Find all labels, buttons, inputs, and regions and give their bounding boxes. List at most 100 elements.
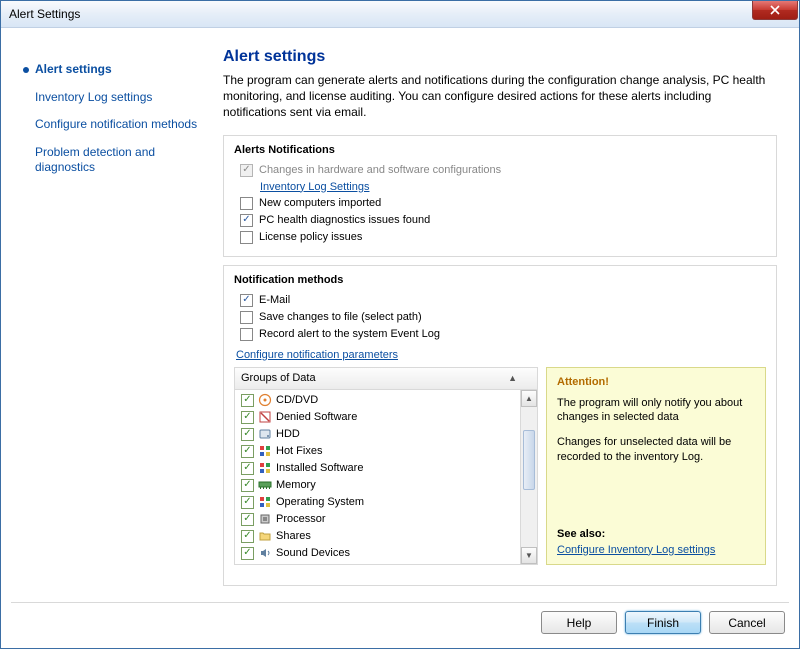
list-item[interactable]: Sound Devices [235, 545, 537, 562]
checkbox-label: Changes in hardware and software configu… [259, 164, 501, 176]
close-button[interactable] [752, 1, 798, 20]
chk-new-computers[interactable]: New computers imported [234, 195, 766, 212]
checkbox[interactable] [241, 513, 254, 526]
alerts-notifications-group: Alerts Notifications Changes in hardware… [223, 135, 777, 257]
list-item-label: HDD [276, 428, 300, 440]
nav-label: Inventory Log settings [35, 90, 152, 106]
checkbox[interactable] [240, 311, 253, 324]
cancel-button[interactable]: Cancel [709, 611, 785, 634]
list-item[interactable]: Denied Software [235, 409, 537, 426]
checkbox[interactable] [241, 530, 254, 543]
body: Alert settings Inventory Log settings Co… [1, 28, 799, 594]
list-item-label: Installed Software [276, 462, 363, 474]
list-item[interactable]: CD/DVD [235, 392, 537, 409]
list-item[interactable]: Operating System [235, 494, 537, 511]
sound-icon [258, 546, 272, 560]
list-item[interactable]: HDD [235, 426, 537, 443]
grid-icon [258, 461, 272, 475]
checkbox[interactable] [241, 547, 254, 560]
sublink-row: Inventory Log Settings [234, 179, 766, 195]
checkbox[interactable] [240, 197, 253, 210]
data-list-header[interactable]: Groups of Data ▲ [235, 368, 537, 390]
bullet-icon [23, 67, 29, 73]
help-button[interactable]: Help [541, 611, 617, 634]
see-also-link[interactable]: Configure Inventory Log settings [557, 544, 755, 556]
notification-methods-group: Notification methods E-Mail Save changes… [223, 265, 777, 586]
checkbox-label: License policy issues [259, 231, 362, 243]
disc-icon [258, 393, 272, 407]
list-item-label: Denied Software [276, 411, 357, 423]
scroll-up-button[interactable]: ▲ [521, 390, 537, 407]
list-item-label: Shares [276, 530, 311, 542]
header-label: Groups of Data [241, 372, 316, 384]
finish-button[interactable]: Finish [625, 611, 701, 634]
checkbox-label: PC health diagnostics issues found [259, 214, 430, 226]
attention-text-2: Changes for unselected data will be reco… [557, 435, 755, 465]
checkbox[interactable] [240, 214, 253, 227]
see-also-label: See also: [557, 528, 755, 540]
attention-text-1: The program will only notify you about c… [557, 396, 755, 426]
footer: Help Finish Cancel [11, 602, 789, 648]
list-item[interactable]: Shares [235, 528, 537, 545]
checkbox[interactable] [241, 496, 254, 509]
checkbox-label: Record alert to the system Event Log [259, 328, 440, 340]
page-title: Alert settings [223, 48, 777, 66]
grid-icon [258, 444, 272, 458]
sidebar: Alert settings Inventory Log settings Co… [11, 38, 211, 594]
nav-configure-notification[interactable]: Configure notification methods [23, 111, 203, 139]
checkbox[interactable] [241, 411, 254, 424]
checkbox[interactable] [240, 231, 253, 244]
checkbox[interactable] [241, 445, 254, 458]
nav-problem-detection[interactable]: Problem detection and diagnostics [23, 139, 203, 182]
inventory-log-settings-link[interactable]: Inventory Log Settings [260, 181, 369, 193]
chk-save-file[interactable]: Save changes to file (select path) [234, 309, 766, 326]
chk-changes-hw-sw: Changes in hardware and software configu… [234, 162, 766, 179]
checkbox[interactable] [241, 428, 254, 441]
checkbox[interactable] [240, 328, 253, 341]
list-item[interactable]: Hot Fixes [235, 443, 537, 460]
ram-icon [258, 478, 272, 492]
list-item[interactable]: Installed Software [235, 460, 537, 477]
nav-label: Configure notification methods [35, 117, 197, 133]
folder-icon [258, 529, 272, 543]
list-item-label: Operating System [276, 496, 364, 508]
scrollbar[interactable]: ▲ ▼ [520, 390, 537, 564]
checkbox-label: New computers imported [259, 197, 381, 209]
list-item-label: Memory [276, 479, 316, 491]
grid-icon [258, 495, 272, 509]
window: Alert Settings Alert settings Inventory … [0, 0, 800, 649]
chk-event-log[interactable]: Record alert to the system Event Log [234, 326, 766, 343]
data-list-body: CD/DVD Denied Software HDD Hot Fixes Install… [235, 390, 537, 564]
group-title: Alerts Notifications [234, 144, 766, 156]
list-item[interactable]: Memory [235, 477, 537, 494]
sort-indicator-icon: ▲ [508, 373, 517, 383]
attention-panel: Attention! The program will only notify … [546, 367, 766, 565]
list-item-label: Sound Devices [276, 547, 350, 559]
nav-label: Alert settings [35, 62, 112, 78]
checkbox-label: Save changes to file (select path) [259, 311, 422, 323]
chk-pc-health[interactable]: PC health diagnostics issues found [234, 212, 766, 229]
checkbox[interactable] [241, 479, 254, 492]
list-item-label: Processor [276, 513, 326, 525]
checkbox[interactable] [241, 462, 254, 475]
scroll-down-button[interactable]: ▼ [521, 547, 537, 564]
configure-notification-link[interactable]: Configure notification parameters [236, 349, 398, 361]
checkbox[interactable] [241, 394, 254, 407]
list-item[interactable]: Processor [235, 511, 537, 528]
checkbox-label: E-Mail [259, 294, 290, 306]
titlebar[interactable]: Alert Settings [1, 1, 799, 28]
window-title: Alert Settings [9, 7, 80, 21]
data-row: Groups of Data ▲ CD/DVD Denied Software HD… [234, 367, 766, 565]
nav-alert-settings[interactable]: Alert settings [23, 56, 203, 84]
close-icon [770, 5, 780, 15]
cpu-icon [258, 512, 272, 526]
group-title: Notification methods [234, 274, 766, 286]
chk-license-policy[interactable]: License policy issues [234, 229, 766, 246]
data-list: Groups of Data ▲ CD/DVD Denied Software HD… [234, 367, 538, 565]
list-item-label: Hot Fixes [276, 445, 322, 457]
chk-email[interactable]: E-Mail [234, 292, 766, 309]
checkbox[interactable] [240, 294, 253, 307]
nav-inventory-log[interactable]: Inventory Log settings [23, 84, 203, 112]
scroll-thumb[interactable] [523, 430, 535, 490]
config-link-row: Configure notification parameters [234, 343, 766, 367]
